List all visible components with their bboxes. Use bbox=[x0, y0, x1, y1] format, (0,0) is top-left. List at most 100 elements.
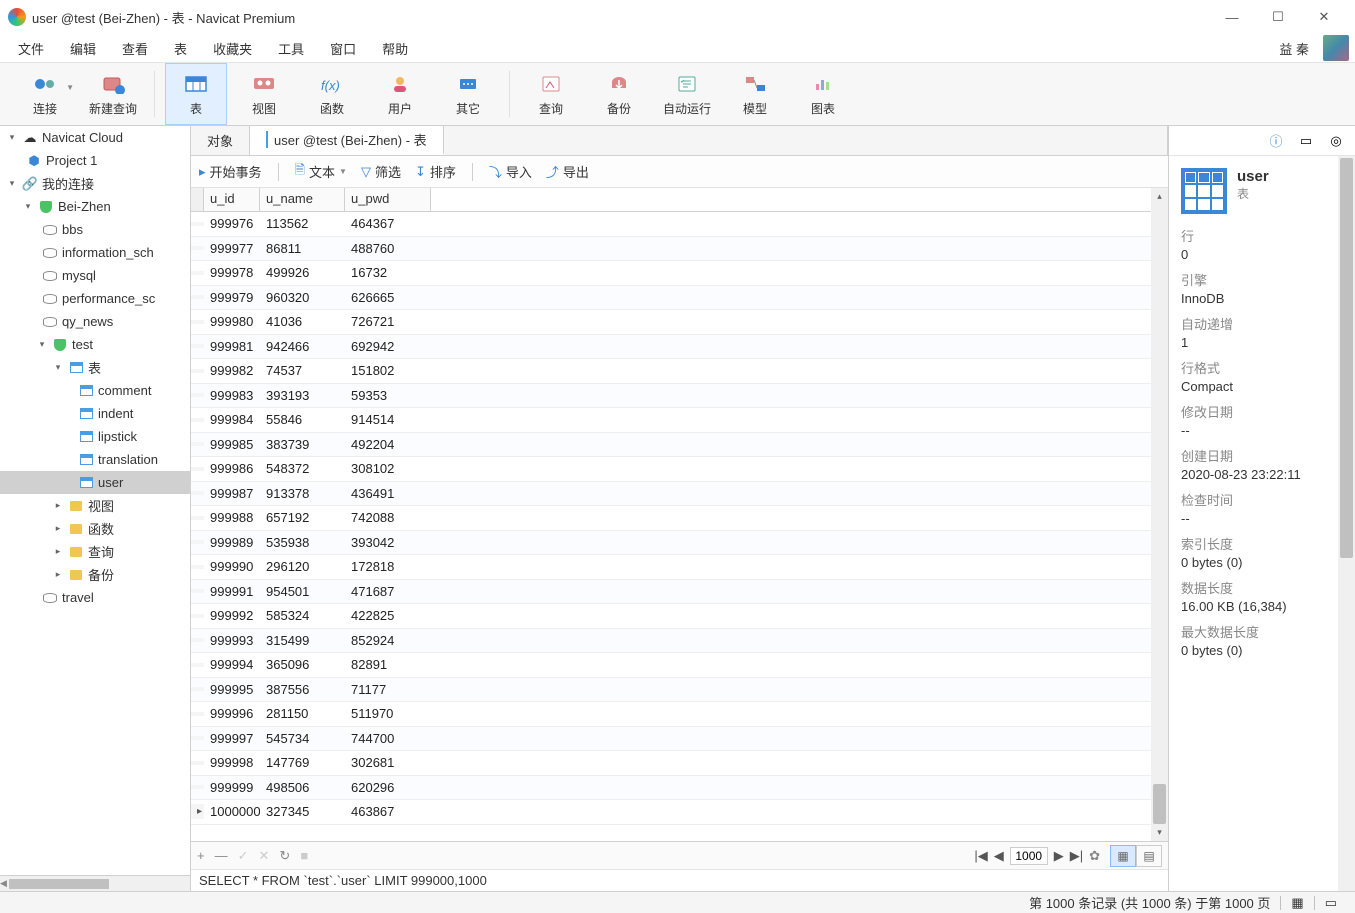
chevron-right-icon[interactable]: ▸ bbox=[52, 523, 64, 534]
tree-table-comment[interactable]: comment bbox=[0, 379, 190, 402]
nav-first-button[interactable]: |◀ bbox=[974, 848, 987, 864]
toolbar-model[interactable]: 模型 bbox=[724, 63, 786, 125]
btn-export[interactable]: ⤴导出 bbox=[546, 162, 589, 181]
table-row[interactable]: 999992585324422825 bbox=[191, 604, 1151, 629]
toolbar-other[interactable]: 其它 bbox=[437, 63, 499, 125]
nav-settings-button[interactable]: ✿ bbox=[1089, 848, 1100, 864]
tree-category[interactable]: ▸视图 bbox=[0, 494, 190, 517]
ddl-icon[interactable]: ▭ bbox=[1297, 132, 1315, 150]
toolbar-backup[interactable]: 备份 bbox=[588, 63, 650, 125]
table-row[interactable]: 999986548372308102 bbox=[191, 457, 1151, 482]
table-row[interactable]: 999976113562464367 bbox=[191, 212, 1151, 237]
chevron-right-icon[interactable]: ▸ bbox=[52, 569, 64, 580]
add-row-button[interactable]: + bbox=[197, 848, 205, 864]
toolbar-connect[interactable]: 连接▼ bbox=[14, 63, 76, 125]
table-row[interactable]: 999996281150511970 bbox=[191, 702, 1151, 727]
tree-db-travel[interactable]: travel bbox=[0, 586, 190, 609]
page-input[interactable] bbox=[1010, 847, 1048, 865]
preview-icon[interactable]: ◎ bbox=[1327, 132, 1345, 150]
minimize-button[interactable]: — bbox=[1209, 2, 1255, 32]
account-name[interactable]: 益 秦 bbox=[1271, 35, 1317, 62]
tree-table-translation[interactable]: translation bbox=[0, 448, 190, 471]
table-row[interactable]: 999985383739492204 bbox=[191, 433, 1151, 458]
tree-table-user[interactable]: user bbox=[0, 471, 190, 494]
tree-table-lipstick[interactable]: lipstick bbox=[0, 425, 190, 448]
rightpanel-vscroll[interactable] bbox=[1338, 156, 1355, 891]
maximize-button[interactable]: ☐ bbox=[1255, 2, 1301, 32]
sidebar-hscroll[interactable]: ◀ bbox=[0, 875, 190, 891]
close-button[interactable]: ✕ bbox=[1301, 2, 1347, 32]
tree-project[interactable]: ⬢Project 1 bbox=[0, 149, 190, 172]
nav-prev-button[interactable]: ◀ bbox=[994, 848, 1004, 864]
menu-help[interactable]: 帮助 bbox=[370, 35, 420, 62]
tree-category[interactable]: ▸查询 bbox=[0, 540, 190, 563]
btn-begin-trans[interactable]: ▸开始事务 bbox=[199, 162, 262, 181]
toolbar-view[interactable]: 视图 bbox=[233, 63, 295, 125]
delete-row-button[interactable]: — bbox=[215, 848, 228, 864]
grid-col-uname[interactable]: u_name bbox=[260, 188, 345, 211]
toolbar-autorun[interactable]: 自动运行 bbox=[656, 63, 718, 125]
refresh-button[interactable]: ↻ bbox=[279, 848, 290, 864]
status-icon1[interactable]: ▦ bbox=[1281, 895, 1313, 911]
table-row[interactable]: 999990296120172818 bbox=[191, 555, 1151, 580]
tree-tables-folder[interactable]: ▾表 bbox=[0, 356, 190, 379]
table-row[interactable]: 99998274537151802 bbox=[191, 359, 1151, 384]
toolbar-table[interactable]: 表 bbox=[165, 63, 227, 125]
tree-db-performance_sc[interactable]: performance_sc bbox=[0, 287, 190, 310]
table-row[interactable]: 99998339319359353 bbox=[191, 384, 1151, 409]
table-row[interactable]: 99999436509682891 bbox=[191, 653, 1151, 678]
cancel-edit-button[interactable]: ✕ bbox=[259, 848, 270, 864]
grid-col-upwd[interactable]: u_pwd bbox=[345, 188, 431, 211]
btn-import[interactable]: ⤵导入 bbox=[489, 162, 532, 181]
stop-button[interactable]: ■ bbox=[300, 848, 308, 864]
toolbar-newquery[interactable]: 新建查询 bbox=[82, 63, 144, 125]
btn-text[interactable]: 🗎文本 ▼ bbox=[295, 161, 347, 183]
toolbar-query[interactable]: 查询 bbox=[520, 63, 582, 125]
chevron-down-icon[interactable]: ▾ bbox=[22, 201, 34, 212]
menu-edit[interactable]: 编辑 bbox=[58, 35, 108, 62]
toolbar-function[interactable]: f(x)函数 bbox=[301, 63, 363, 125]
data-grid[interactable]: u_id u_name u_pwd 9999761135624643679999… bbox=[191, 188, 1151, 841]
tab-user-table[interactable]: user @test (Bei-Zhen) - 表 bbox=[250, 126, 444, 155]
table-row[interactable]: 999997545734744700 bbox=[191, 727, 1151, 752]
table-row[interactable]: 99998041036726721 bbox=[191, 310, 1151, 335]
btn-sort[interactable]: ↧排序 bbox=[415, 162, 456, 181]
tree-db-test[interactable]: ▾test bbox=[0, 333, 190, 356]
chevron-down-icon[interactable]: ▾ bbox=[6, 132, 18, 143]
tab-objects[interactable]: 对象 bbox=[191, 126, 250, 155]
tree-category[interactable]: ▸备份 bbox=[0, 563, 190, 586]
tree-db-qy_news[interactable]: qy_news bbox=[0, 310, 190, 333]
tree-db-mysql[interactable]: mysql bbox=[0, 264, 190, 287]
table-row[interactable]: 99998455846914514 bbox=[191, 408, 1151, 433]
tree-db-bbs[interactable]: bbs bbox=[0, 218, 190, 241]
table-row[interactable]: 999999498506620296 bbox=[191, 776, 1151, 801]
chevron-down-icon[interactable]: ▾ bbox=[52, 362, 64, 373]
form-view-button[interactable]: ▤ bbox=[1136, 845, 1162, 867]
chevron-down-icon[interactable]: ▾ bbox=[6, 178, 18, 189]
table-row[interactable]: 999981942466692942 bbox=[191, 335, 1151, 360]
scroll-up-icon[interactable]: ▴ bbox=[1151, 188, 1168, 205]
tree-category[interactable]: ▸函数 bbox=[0, 517, 190, 540]
table-row[interactable]: 99997786811488760 bbox=[191, 237, 1151, 262]
table-row[interactable]: 999987913378436491 bbox=[191, 482, 1151, 507]
table-row[interactable]: 999988657192742088 bbox=[191, 506, 1151, 531]
tree-db-information_sch[interactable]: information_sch bbox=[0, 241, 190, 264]
table-row[interactable]: 999991954501471687 bbox=[191, 580, 1151, 605]
menu-table[interactable]: 表 bbox=[162, 35, 199, 62]
status-icon2[interactable]: ▭ bbox=[1315, 895, 1347, 911]
chevron-down-icon[interactable]: ▾ bbox=[36, 339, 48, 350]
table-row[interactable]: 99999538755671177 bbox=[191, 678, 1151, 703]
info-icon[interactable]: ⓘ bbox=[1267, 132, 1285, 150]
menu-view[interactable]: 查看 bbox=[110, 35, 160, 62]
tree-myconn[interactable]: ▾🔗我的连接 bbox=[0, 172, 190, 195]
scroll-thumb[interactable] bbox=[1153, 784, 1166, 824]
toolbar-user[interactable]: 用户 bbox=[369, 63, 431, 125]
tree-navicat-cloud[interactable]: ▾☁Navicat Cloud bbox=[0, 126, 190, 149]
table-row[interactable]: 999993315499852924 bbox=[191, 629, 1151, 654]
avatar[interactable] bbox=[1323, 35, 1349, 61]
table-row[interactable]: 99997849992616732 bbox=[191, 261, 1151, 286]
tree-conn-beizhen[interactable]: ▾Bei-Zhen bbox=[0, 195, 190, 218]
grid-view-button[interactable]: ▦ bbox=[1110, 845, 1136, 867]
table-row[interactable]: 999989535938393042 bbox=[191, 531, 1151, 556]
btn-filter[interactable]: ▽筛选 bbox=[361, 162, 401, 181]
